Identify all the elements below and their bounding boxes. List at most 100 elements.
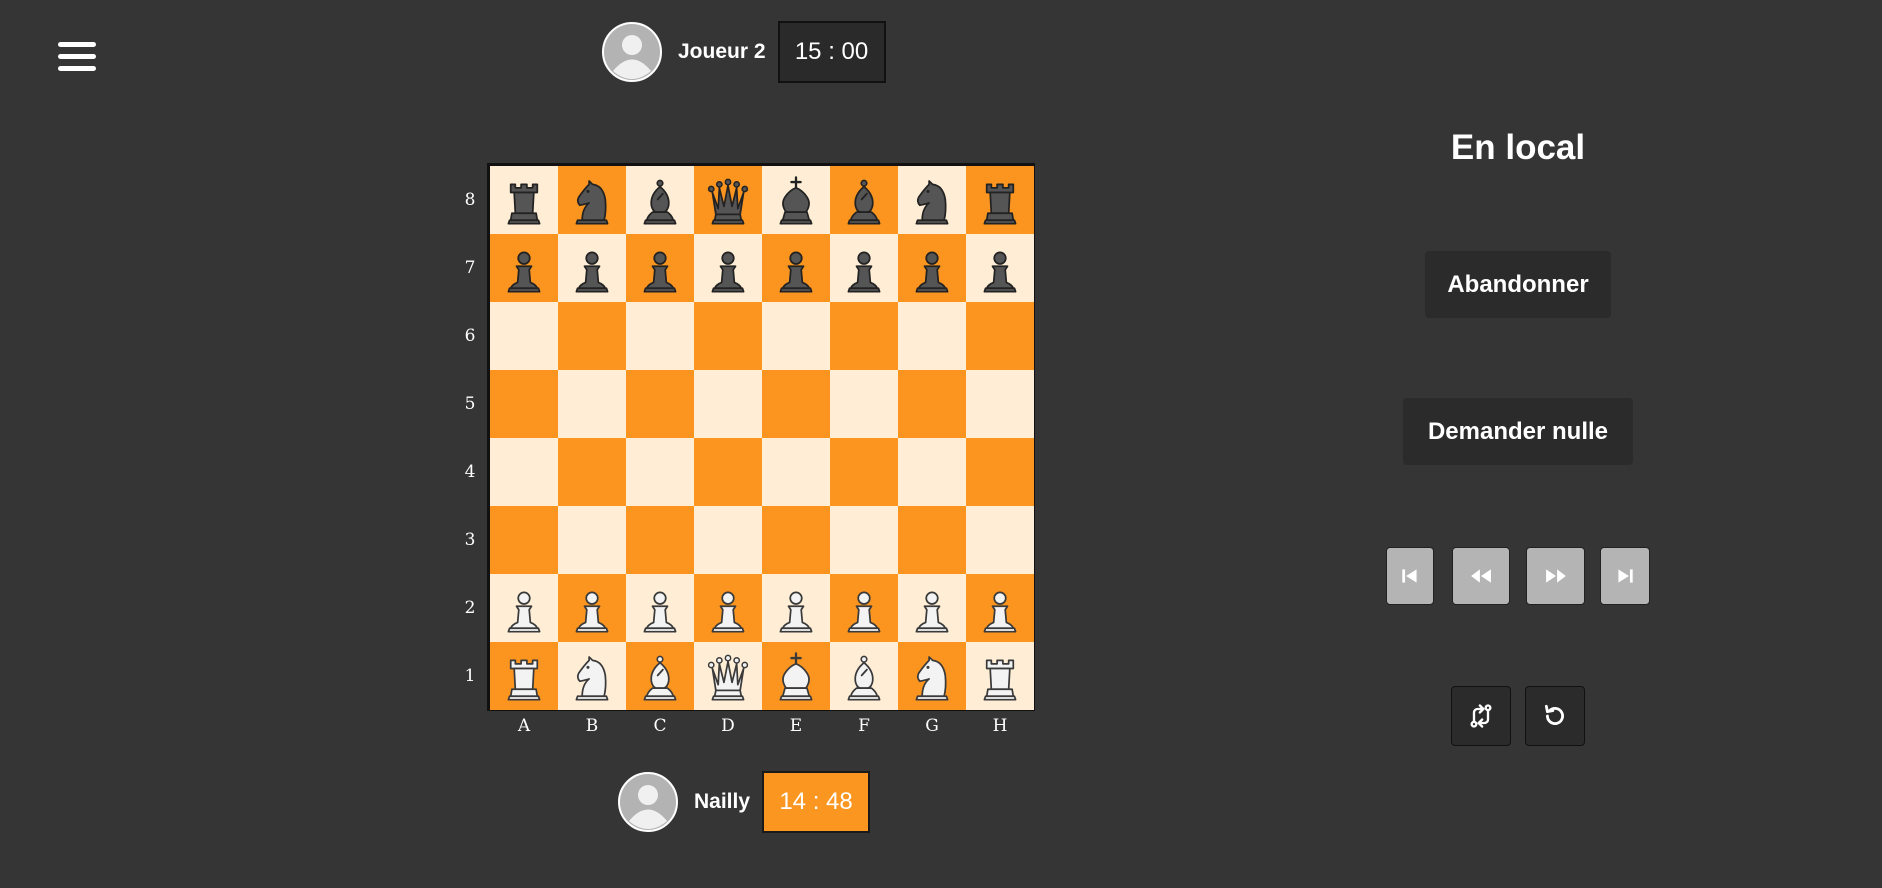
next-move-button[interactable] xyxy=(1526,547,1585,605)
black-king-icon[interactable] xyxy=(770,174,822,226)
black-pawn-icon[interactable] xyxy=(974,242,1026,294)
square-b5[interactable] xyxy=(558,370,626,438)
square-d2[interactable] xyxy=(694,574,762,642)
white-bishop-icon[interactable] xyxy=(634,650,686,702)
white-rook-icon[interactable] xyxy=(498,650,550,702)
square-c2[interactable] xyxy=(626,574,694,642)
chess-board[interactable] xyxy=(487,163,1035,711)
black-knight-icon[interactable] xyxy=(566,174,618,226)
square-e5[interactable] xyxy=(762,370,830,438)
white-queen-icon[interactable] xyxy=(702,650,754,702)
square-e1[interactable] xyxy=(762,642,830,710)
square-c1[interactable] xyxy=(626,642,694,710)
square-g1[interactable] xyxy=(898,642,966,710)
square-e7[interactable] xyxy=(762,234,830,302)
square-b2[interactable] xyxy=(558,574,626,642)
square-d7[interactable] xyxy=(694,234,762,302)
square-b7[interactable] xyxy=(558,234,626,302)
black-pawn-icon[interactable] xyxy=(634,242,686,294)
square-h3[interactable] xyxy=(966,506,1034,574)
square-h1[interactable] xyxy=(966,642,1034,710)
square-d8[interactable] xyxy=(694,166,762,234)
previous-move-button[interactable] xyxy=(1452,547,1510,605)
square-c3[interactable] xyxy=(626,506,694,574)
square-a8[interactable] xyxy=(490,166,558,234)
white-pawn-icon[interactable] xyxy=(838,582,890,634)
resign-button[interactable]: Abandonner xyxy=(1425,251,1611,318)
square-a2[interactable] xyxy=(490,574,558,642)
square-e2[interactable] xyxy=(762,574,830,642)
white-pawn-icon[interactable] xyxy=(974,582,1026,634)
square-g3[interactable] xyxy=(898,506,966,574)
square-f7[interactable] xyxy=(830,234,898,302)
square-d4[interactable] xyxy=(694,438,762,506)
square-g5[interactable] xyxy=(898,370,966,438)
black-knight-icon[interactable] xyxy=(906,174,958,226)
square-e8[interactable] xyxy=(762,166,830,234)
black-pawn-icon[interactable] xyxy=(906,242,958,294)
square-b6[interactable] xyxy=(558,302,626,370)
square-g4[interactable] xyxy=(898,438,966,506)
square-d6[interactable] xyxy=(694,302,762,370)
square-h5[interactable] xyxy=(966,370,1034,438)
square-e3[interactable] xyxy=(762,506,830,574)
black-pawn-icon[interactable] xyxy=(566,242,618,294)
square-h2[interactable] xyxy=(966,574,1034,642)
square-h8[interactable] xyxy=(966,166,1034,234)
white-knight-icon[interactable] xyxy=(566,650,618,702)
black-pawn-icon[interactable] xyxy=(498,242,550,294)
square-a4[interactable] xyxy=(490,438,558,506)
square-b8[interactable] xyxy=(558,166,626,234)
square-g7[interactable] xyxy=(898,234,966,302)
square-c8[interactable] xyxy=(626,166,694,234)
square-c5[interactable] xyxy=(626,370,694,438)
square-b3[interactable] xyxy=(558,506,626,574)
square-a3[interactable] xyxy=(490,506,558,574)
square-f8[interactable] xyxy=(830,166,898,234)
square-g2[interactable] xyxy=(898,574,966,642)
black-rook-icon[interactable] xyxy=(498,174,550,226)
square-a5[interactable] xyxy=(490,370,558,438)
last-move-button[interactable] xyxy=(1600,547,1650,605)
square-f5[interactable] xyxy=(830,370,898,438)
square-f4[interactable] xyxy=(830,438,898,506)
white-king-icon[interactable] xyxy=(770,650,822,702)
white-bishop-icon[interactable] xyxy=(838,650,890,702)
white-knight-icon[interactable] xyxy=(906,650,958,702)
square-a1[interactable] xyxy=(490,642,558,710)
square-h7[interactable] xyxy=(966,234,1034,302)
black-bishop-icon[interactable] xyxy=(634,174,686,226)
square-g6[interactable] xyxy=(898,302,966,370)
square-d5[interactable] xyxy=(694,370,762,438)
undo-button[interactable] xyxy=(1525,686,1585,746)
flip-board-button[interactable] xyxy=(1451,686,1511,746)
black-pawn-icon[interactable] xyxy=(702,242,754,294)
white-pawn-icon[interactable] xyxy=(566,582,618,634)
white-pawn-icon[interactable] xyxy=(498,582,550,634)
square-f6[interactable] xyxy=(830,302,898,370)
square-e6[interactable] xyxy=(762,302,830,370)
first-move-button[interactable] xyxy=(1386,547,1434,605)
square-a6[interactable] xyxy=(490,302,558,370)
square-f2[interactable] xyxy=(830,574,898,642)
square-b1[interactable] xyxy=(558,642,626,710)
square-c4[interactable] xyxy=(626,438,694,506)
square-c7[interactable] xyxy=(626,234,694,302)
square-h4[interactable] xyxy=(966,438,1034,506)
square-d3[interactable] xyxy=(694,506,762,574)
black-pawn-icon[interactable] xyxy=(770,242,822,294)
white-pawn-icon[interactable] xyxy=(634,582,686,634)
square-f3[interactable] xyxy=(830,506,898,574)
square-a7[interactable] xyxy=(490,234,558,302)
square-c6[interactable] xyxy=(626,302,694,370)
square-h6[interactable] xyxy=(966,302,1034,370)
menu-icon[interactable] xyxy=(58,42,96,76)
black-rook-icon[interactable] xyxy=(974,174,1026,226)
black-queen-icon[interactable] xyxy=(702,174,754,226)
square-e4[interactable] xyxy=(762,438,830,506)
white-pawn-icon[interactable] xyxy=(770,582,822,634)
white-rook-icon[interactable] xyxy=(974,650,1026,702)
square-g8[interactable] xyxy=(898,166,966,234)
white-pawn-icon[interactable] xyxy=(906,582,958,634)
square-f1[interactable] xyxy=(830,642,898,710)
